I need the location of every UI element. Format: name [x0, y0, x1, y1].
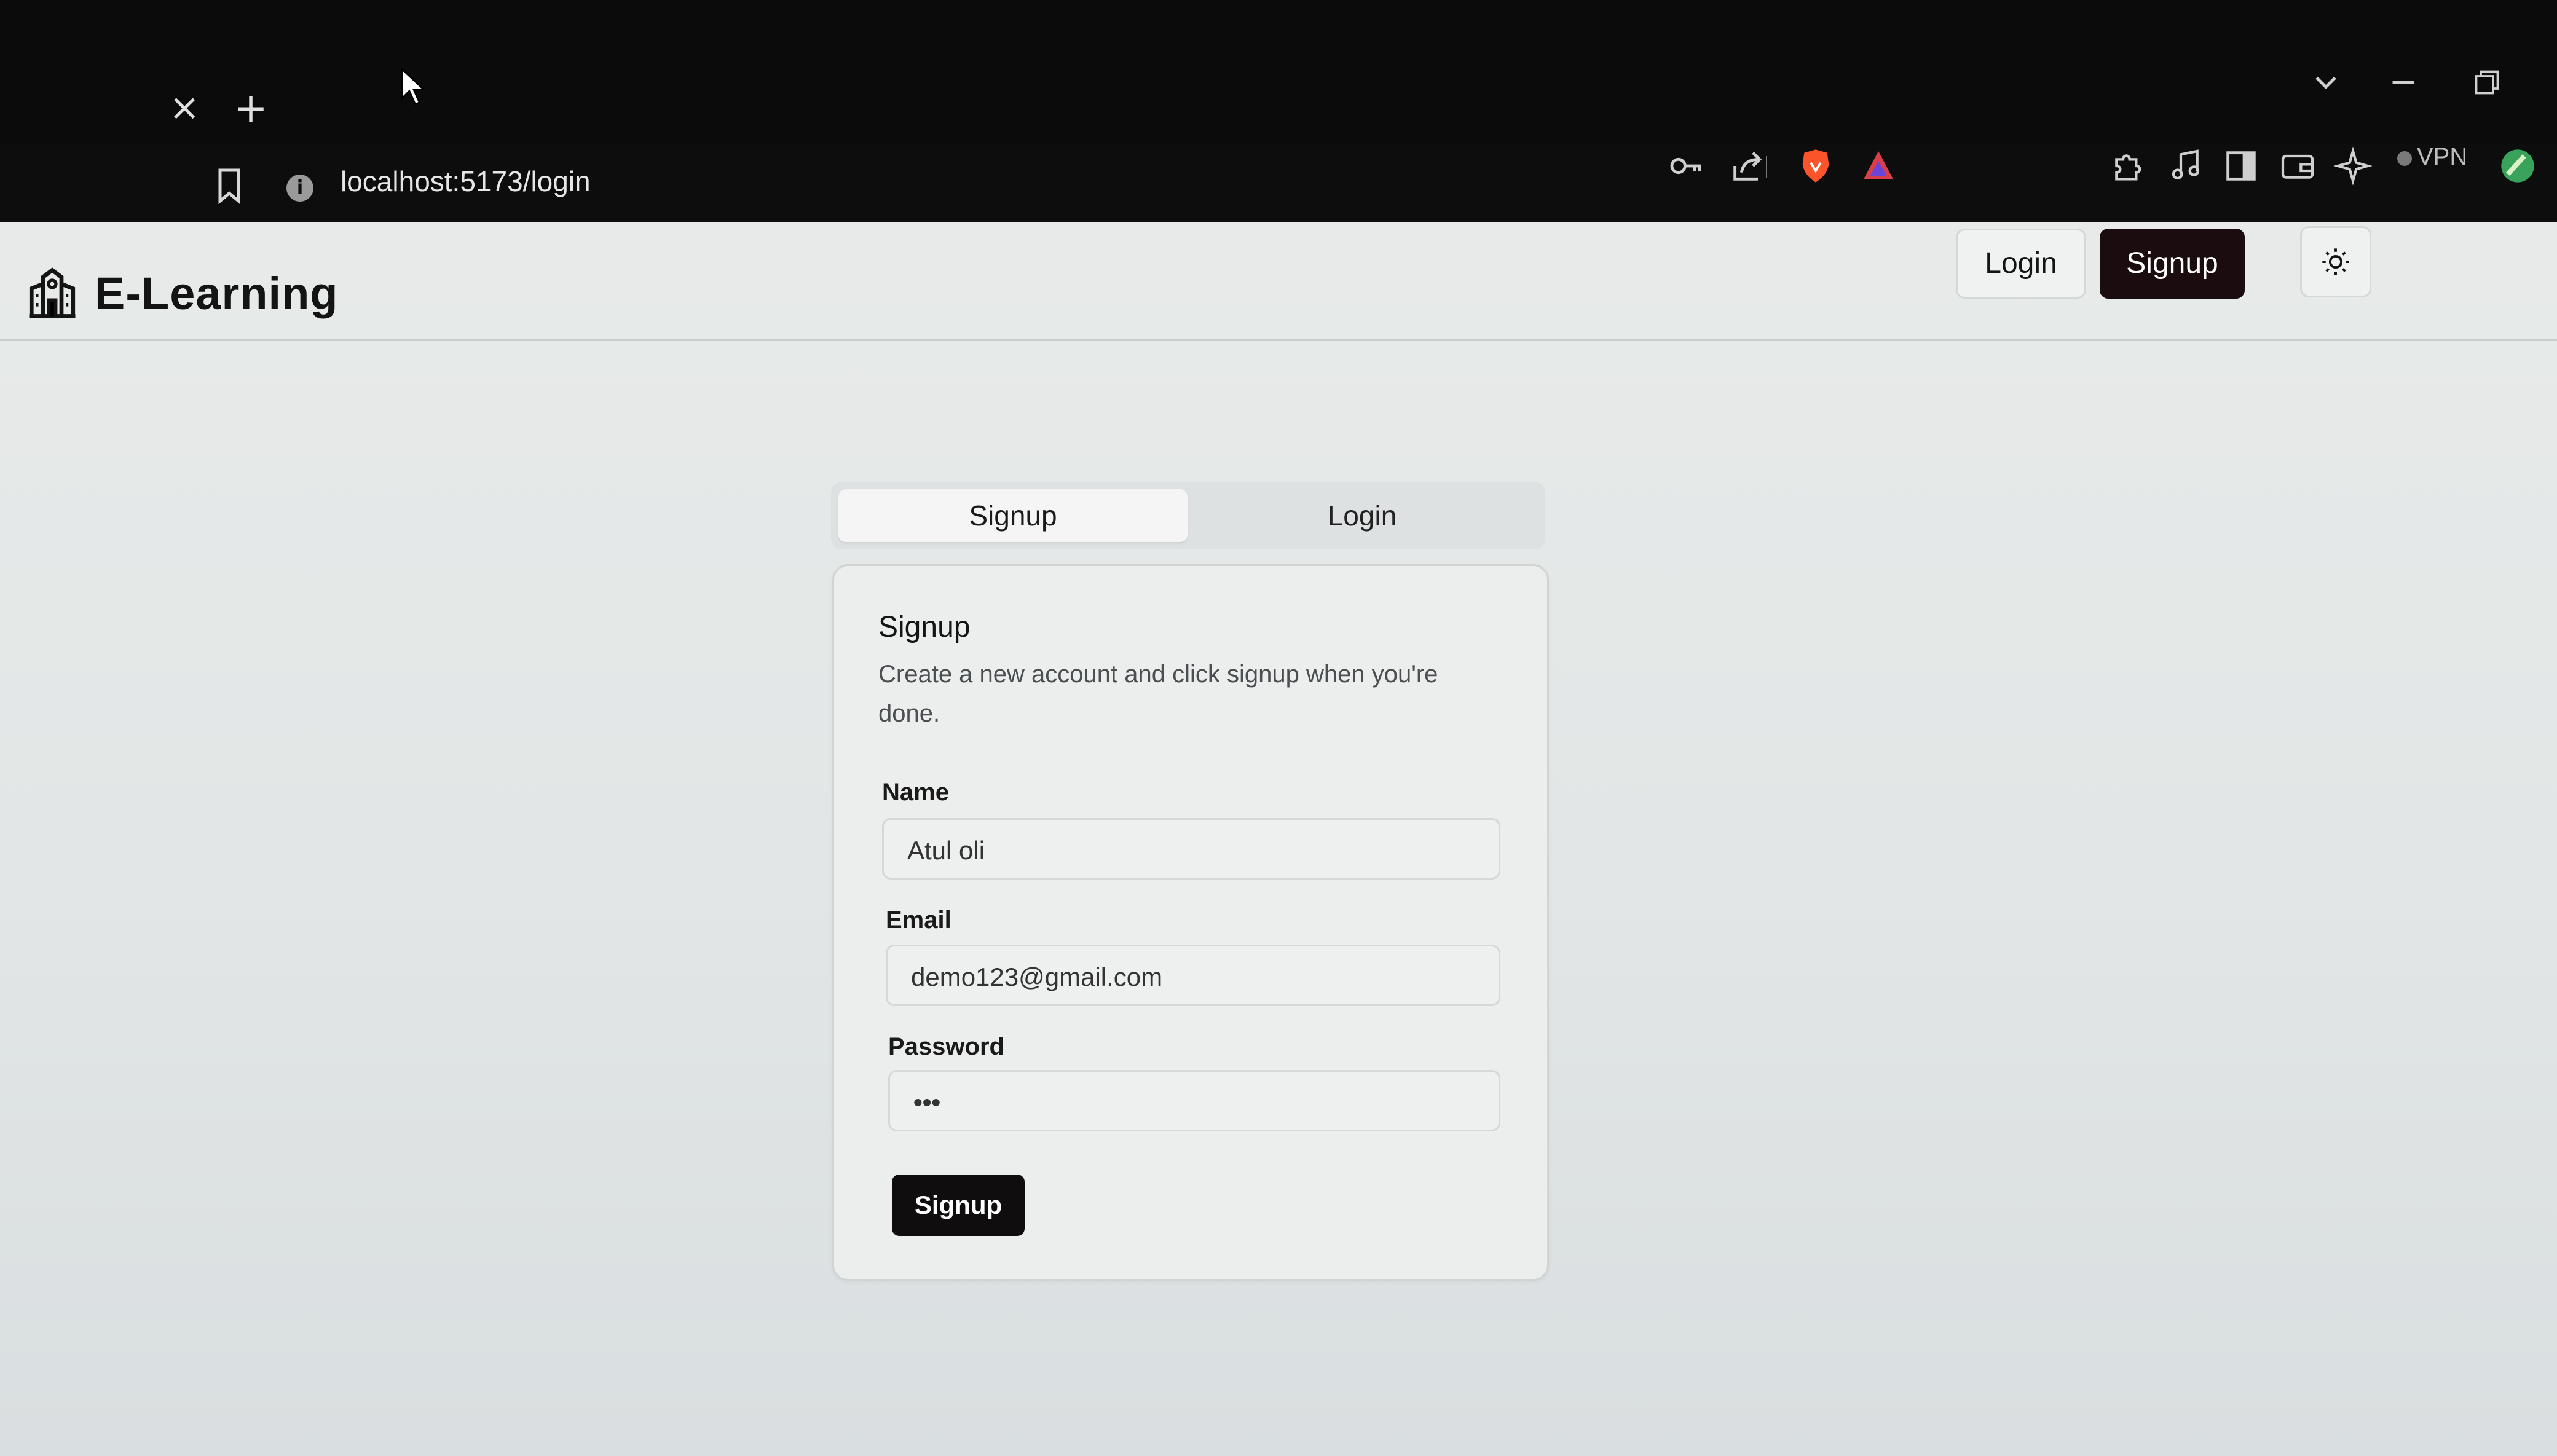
email-label: Email [886, 907, 951, 934]
close-tab-icon[interactable]: × [169, 89, 200, 126]
brave-shield-icon[interactable] [1796, 146, 1835, 186]
name-label: Name [882, 779, 949, 806]
email-input[interactable]: demo123@gmail.com [886, 945, 1500, 1006]
key-icon[interactable] [1667, 146, 1706, 186]
url-field[interactable]: localhost:5173/login [341, 165, 591, 208]
theme-toggle-button[interactable] [2300, 226, 2371, 297]
header-login-button[interactable]: Login [1956, 229, 2086, 299]
music-icon[interactable] [2166, 146, 2205, 186]
site-info-icon[interactable]: i [286, 175, 313, 202]
bookmark-icon[interactable] [214, 167, 245, 204]
mouse-cursor-icon [401, 67, 427, 106]
card-description: Create a new account and click signup wh… [878, 661, 1438, 727]
name-input[interactable]: Atul oli [882, 818, 1500, 880]
sun-icon [2322, 248, 2349, 275]
profile-icon[interactable] [2498, 146, 2537, 186]
minimize-icon[interactable] [2385, 64, 2422, 101]
auth-tabs: Signup Login [831, 482, 1545, 549]
vpn-button[interactable]: VPN [2397, 143, 2467, 174]
password-label: Password [888, 1033, 1004, 1060]
brave-rewards-icon[interactable] [1859, 146, 1898, 186]
tab-search-chevron-icon[interactable] [2307, 64, 2344, 101]
card-title: Signup [878, 611, 971, 643]
tab-login[interactable]: Login [1188, 489, 1537, 542]
extensions-icon[interactable] [2108, 146, 2148, 186]
brand-logo[interactable]: E-Learning [25, 259, 338, 327]
password-input[interactable]: ••• [888, 1070, 1500, 1131]
header-signup-button[interactable]: Signup [2100, 229, 2245, 299]
sidebar-icon[interactable] [2221, 146, 2261, 186]
new-tab-icon[interactable]: + [234, 88, 268, 128]
vpn-label: VPN [2417, 143, 2468, 170]
toolbar-divider [1764, 146, 1769, 186]
vpn-status-icon [2397, 151, 2412, 166]
wallet-icon[interactable] [2278, 146, 2317, 186]
brand-name: E-Learning [95, 267, 339, 319]
restore-icon[interactable] [2468, 64, 2505, 101]
signup-submit-button[interactable]: Signup [892, 1175, 1025, 1236]
share-icon[interactable] [1728, 146, 1768, 186]
tab-signup[interactable]: Signup [838, 489, 1188, 542]
site-header: E-Learning Login Signup [0, 222, 2557, 341]
tab-strip: × + [0, 0, 2557, 143]
school-icon [29, 267, 76, 318]
leo-ai-icon[interactable] [2333, 146, 2373, 186]
signup-card: Signup Create a new account and click si… [832, 564, 1549, 1281]
